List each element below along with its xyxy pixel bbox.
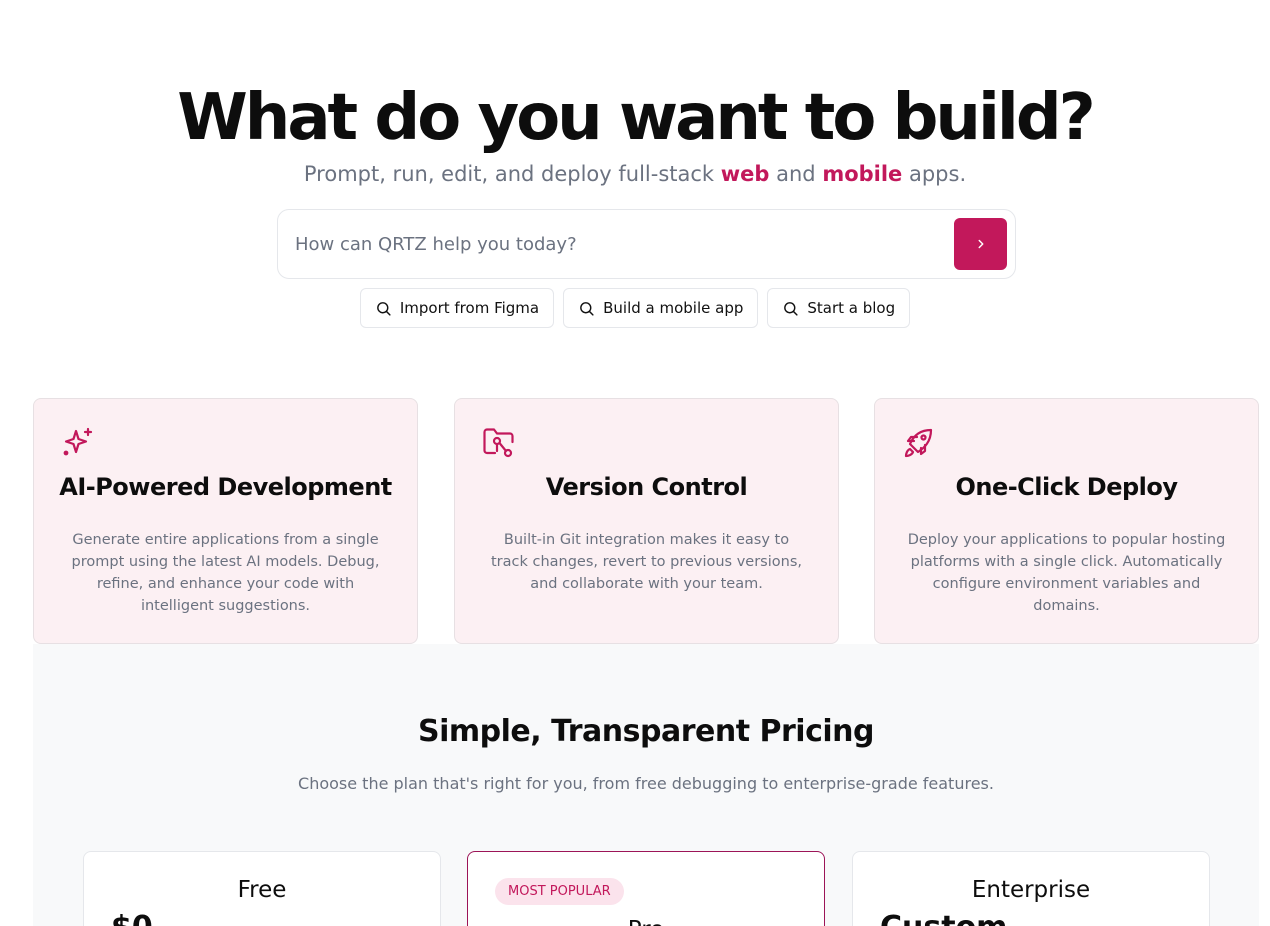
feature-title: AI-Powered Development (59, 473, 392, 501)
hero-subtitle-pre: Prompt, run, edit, and deploy full-stack (303, 162, 721, 186)
chip-label: Start a blog (807, 299, 896, 317)
chevron-right-icon (978, 239, 983, 249)
most-popular-badge: MOST POPULAR (495, 878, 624, 905)
folder-git-icon (483, 428, 514, 458)
feature-description: Generate entire applications from a sing… (71, 532, 380, 614)
plan-card-pro: MOST POPULAR Pro (467, 851, 825, 926)
feature-card-deploy: One-Click Deploy Deploy your application… (874, 398, 1259, 644)
pricing-section: Simple, Transparent Pricing Choose the p… (33, 644, 1259, 926)
plan-name: Enterprise (971, 877, 1091, 903)
feature-title: One-Click Deploy (955, 473, 1178, 501)
hero-subtitle-web: web (720, 162, 770, 186)
plan-price: $0 (111, 910, 153, 926)
hero-title: What do you want to build? (177, 81, 1096, 155)
hero-subtitle: Prompt, run, edit, and deploy full-stack… (0, 160, 1270, 188)
search-icon (580, 301, 594, 316)
chip-build-a-mobile-app[interactable]: Build a mobile app (563, 288, 759, 328)
rocket-icon (904, 428, 933, 458)
chip-label: Import from Figma (399, 299, 540, 317)
chip-import-from-figma[interactable]: Import from Figma (359, 288, 555, 328)
feature-description: Built-in Git integration makes it easy t… (490, 532, 802, 592)
send-button[interactable] (954, 218, 1007, 270)
hero-subtitle-post: apps. (902, 162, 967, 186)
pricing-title: Simple, Transparent Pricing (418, 714, 874, 749)
plan-price: Custom (880, 910, 1007, 926)
chip-label: Build a mobile app (603, 299, 744, 317)
prompt-box (277, 209, 1016, 279)
sparkles-icon (63, 427, 93, 456)
pricing-subtitle: Choose the plan that's right for you, fr… (298, 774, 994, 793)
suggestion-chips: Import from Figma Build a mobile app Sta… (0, 288, 1270, 328)
feature-card-version-control: Version Control Built-in Git integration… (454, 398, 839, 644)
hero-subtitle-and: and (769, 162, 823, 186)
plan-name: Free (237, 877, 287, 903)
hero-subtitle-mobile: mobile (822, 162, 903, 186)
plan-card-free: Free $0 (83, 851, 441, 926)
chip-start-a-blog[interactable]: Start a blog (767, 288, 911, 328)
feature-card-ai: AI-Powered Development Generate entire a… (33, 398, 418, 644)
search-icon (376, 301, 391, 316)
prompt-input[interactable] (295, 228, 935, 260)
search-icon (784, 301, 798, 316)
plan-name: Pro (468, 917, 824, 926)
feature-description: Deploy your applications to popular host… (907, 532, 1226, 614)
feature-title: Version Control (545, 473, 748, 501)
plan-card-enterprise: Enterprise Custom (852, 851, 1210, 926)
features-section: AI-Powered Development Generate entire a… (33, 398, 1259, 644)
